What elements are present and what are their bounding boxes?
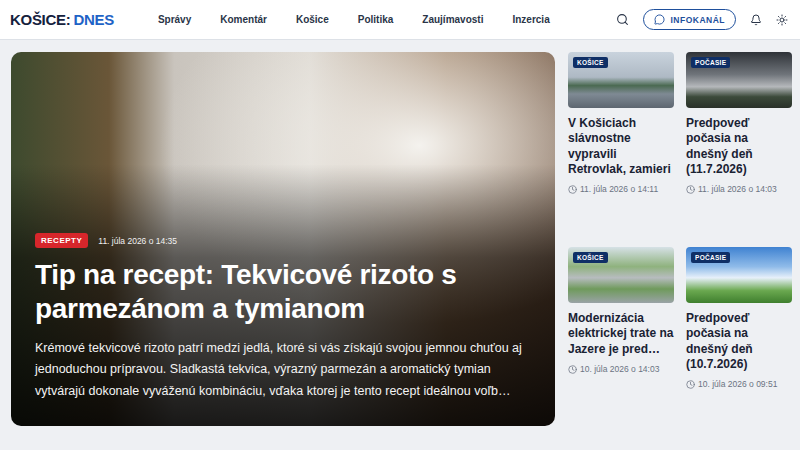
- site-header: KOŠICE:DNES Správy Komentár Košice Politika Z…: [0, 0, 800, 40]
- article-date: 10. júla 2026 o 09:51: [686, 379, 792, 389]
- article-card[interactable]: POČASIE Predpoveď počasia na dnešný deň (…: [686, 52, 792, 231]
- article-card[interactable]: KOŠICE Modernizácia elektrickej trate na …: [568, 247, 674, 426]
- article-title[interactable]: Predpoveď počasia na dnešný deň (11.7.20…: [686, 116, 792, 177]
- hero-date: 11. júla 2026 o 14:35: [98, 236, 177, 246]
- article-card[interactable]: KOŠICE V Košiciach slávnostne vypravili R…: [568, 52, 674, 231]
- hero-article[interactable]: RECEPTY 11. júla 2026 o 14:35 Tip na recep…: [11, 52, 555, 426]
- header-actions: INFOKANÁL: [616, 9, 788, 30]
- article-thumbnail[interactable]: POČASIE: [686, 52, 792, 108]
- logo-accent: DNES: [73, 11, 113, 28]
- article-thumbnail[interactable]: POČASIE: [686, 247, 792, 303]
- article-date: 10. júla 2026 o 14:03: [568, 364, 674, 374]
- clock-icon: [568, 185, 577, 194]
- hero-excerpt: Krémové tekvicové rizoto patrí medzi jed…: [35, 338, 531, 403]
- category-badge[interactable]: RECEPTY: [35, 233, 88, 248]
- category-badge[interactable]: KOŠICE: [573, 57, 608, 68]
- article-grid: KOŠICE V Košiciach slávnostne vypravili R…: [568, 52, 792, 426]
- bell-icon: [750, 14, 762, 26]
- site-logo[interactable]: KOŠICE:DNES: [10, 11, 114, 28]
- nav-item[interactable]: Politika: [358, 14, 394, 25]
- clock-icon: [686, 185, 695, 194]
- notifications-button[interactable]: [750, 14, 762, 26]
- sun-icon: [776, 14, 788, 26]
- chat-icon: [654, 14, 665, 25]
- hero-meta: RECEPTY 11. júla 2026 o 14:35: [35, 233, 531, 248]
- nav-item[interactable]: Komentár: [220, 14, 267, 25]
- category-badge[interactable]: POČASIE: [691, 57, 730, 68]
- article-title[interactable]: Predpoveď počasia na dnešný deň (10.7.20…: [686, 311, 792, 372]
- article-date: 11. júla 2026 o 14:11: [568, 184, 674, 194]
- clock-icon: [686, 380, 695, 389]
- content: RECEPTY 11. júla 2026 o 14:35 Tip na recep…: [0, 40, 800, 426]
- article-title[interactable]: Modernizácia elektrickej trate na Jazere…: [568, 311, 674, 357]
- clock-icon: [568, 365, 577, 374]
- article-date: 11. júla 2026 o 14:03: [686, 184, 792, 194]
- article-thumbnail[interactable]: KOŠICE: [568, 52, 674, 108]
- nav-item[interactable]: Zaujímavosti: [422, 14, 483, 25]
- search-button[interactable]: [616, 13, 629, 26]
- article-thumbnail[interactable]: KOŠICE: [568, 247, 674, 303]
- nav-item[interactable]: Košice: [296, 14, 329, 25]
- category-badge[interactable]: KOŠICE: [573, 252, 608, 263]
- nav-item[interactable]: Správy: [158, 14, 191, 25]
- infokanal-button[interactable]: INFOKANÁL: [643, 9, 736, 30]
- article-title[interactable]: V Košiciach slávnostne vypravili Retrovl…: [568, 116, 674, 177]
- hero-title[interactable]: Tip na recept: Tekvicové rizoto s parmez…: [35, 258, 531, 325]
- article-card[interactable]: POČASIE Predpoveď počasia na dnešný deň (…: [686, 247, 792, 426]
- nav-item[interactable]: Inzercia: [512, 14, 549, 25]
- category-badge[interactable]: POČASIE: [691, 252, 730, 263]
- search-icon: [616, 13, 629, 26]
- theme-button[interactable]: [776, 14, 788, 26]
- main-nav: Správy Komentár Košice Politika Zaujímavosti…: [158, 14, 550, 25]
